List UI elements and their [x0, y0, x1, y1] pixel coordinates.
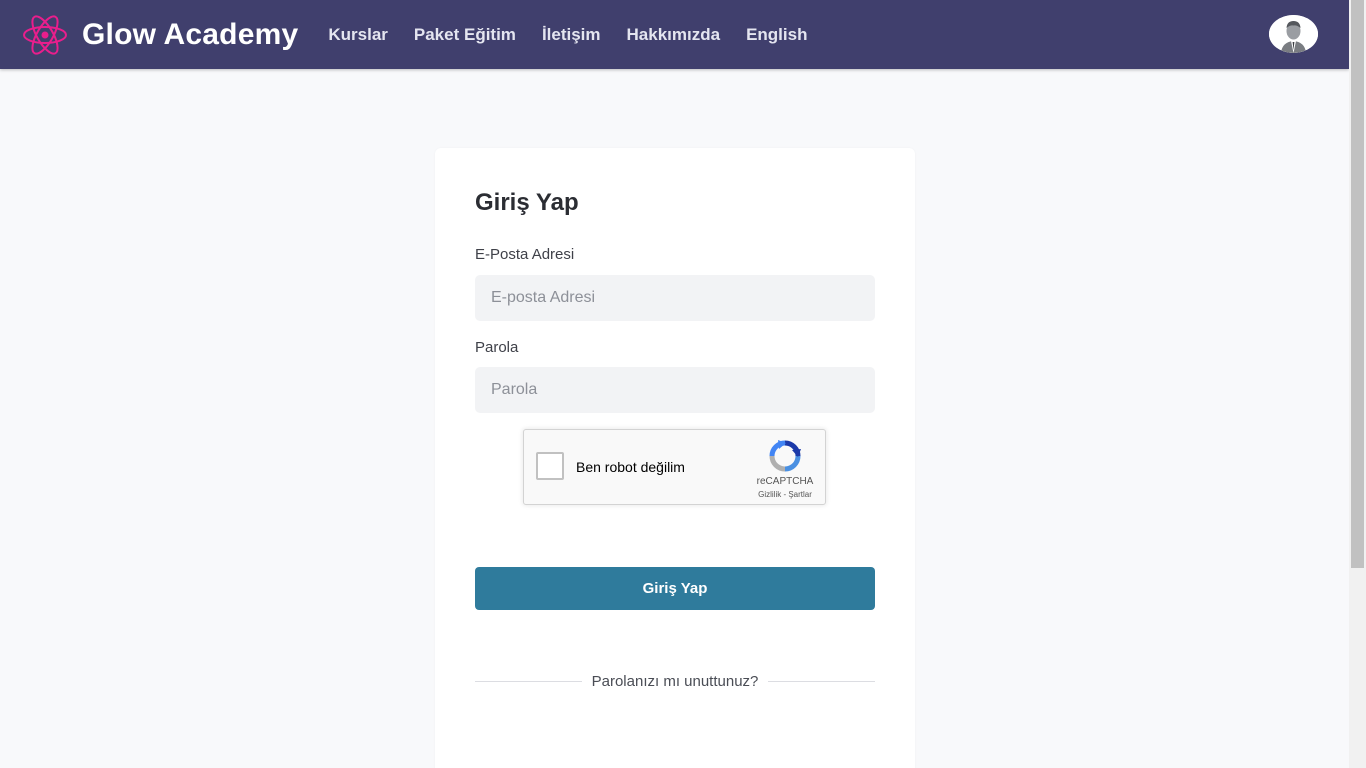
scrollbar-thumb[interactable]	[1351, 0, 1364, 568]
nav-link-iletisim[interactable]: İletişim	[542, 25, 601, 45]
email-input[interactable]	[475, 275, 875, 321]
nav-link-hakkimizda[interactable]: Hakkımızda	[627, 25, 721, 45]
recaptcha-brand: reCAPTCHA	[756, 476, 814, 487]
forgot-password-link[interactable]: Parolanızı mı unuttunuz?	[582, 673, 769, 690]
login-title: Giriş Yap	[475, 189, 579, 216]
user-avatar-icon	[1269, 15, 1318, 53]
recaptcha-checkbox[interactable]	[536, 452, 564, 480]
nav-link-kurslar[interactable]: Kurslar	[328, 25, 388, 45]
top-navbar: Glow Academy Kurslar Paket Eğitim İletiş…	[0, 0, 1349, 69]
page-scrollbar[interactable]	[1349, 0, 1366, 768]
login-card: Giriş Yap E-Posta Adresi Parola Ben robo…	[435, 148, 915, 768]
brand-link[interactable]: Glow Academy	[22, 12, 298, 58]
nav-link-paket-egitim[interactable]: Paket Eğitim	[414, 25, 516, 45]
nav-link-english[interactable]: English	[746, 25, 807, 45]
divider-line-left	[475, 680, 582, 682]
recaptcha-terms-link[interactable]: Gizlilik - Şartlar	[746, 490, 824, 499]
login-submit-button[interactable]: Giriş Yap	[475, 567, 875, 610]
forgot-password-row: Parolanızı mı unuttunuz?	[475, 671, 876, 691]
divider-line-right	[768, 680, 876, 682]
atom-logo-icon	[23, 14, 67, 55]
password-label: Parola	[475, 339, 519, 356]
user-avatar-button[interactable]	[1269, 15, 1318, 53]
password-input[interactable]	[475, 367, 875, 413]
recaptcha-label: Ben robot değilim	[576, 459, 685, 475]
brand-name: Glow Academy	[82, 17, 299, 51]
recaptcha-widget: Ben robot değilim reCAPTCHA Gizlilik - Ş…	[523, 429, 826, 505]
email-label: E-Posta Adresi	[475, 246, 575, 263]
recaptcha-logo-icon	[769, 440, 801, 472]
main-nav: Kurslar Paket Eğitim İletişim Hakkımızda…	[328, 25, 833, 45]
